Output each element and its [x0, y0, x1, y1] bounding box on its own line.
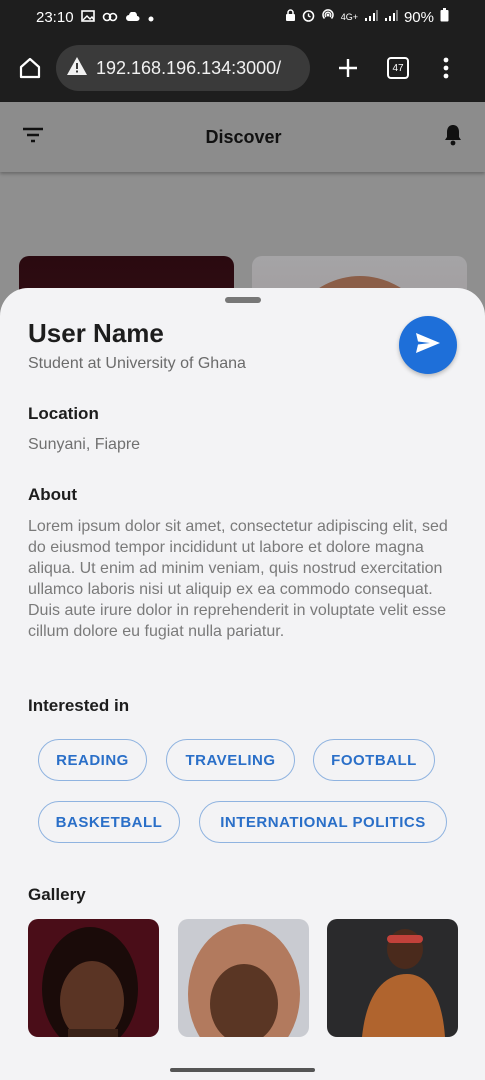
location-heading: Location	[28, 404, 99, 423]
signal-icon	[364, 9, 378, 26]
dot-icon	[148, 9, 154, 26]
interest-chip[interactable]: READING	[38, 739, 147, 781]
page-title: Discover	[205, 126, 282, 147]
tabs-button[interactable]: 47	[384, 54, 412, 82]
filter-icon[interactable]	[22, 127, 44, 148]
url-text: 192.168.196.134:3000/	[96, 57, 282, 78]
location-value: Sunyani, Fiapre	[28, 436, 141, 453]
warning-icon[interactable]	[66, 56, 88, 81]
network-type: 4G+	[340, 12, 358, 22]
profile-name: User Name	[28, 318, 164, 348]
send-icon	[415, 332, 441, 359]
gesture-bar	[0, 1063, 485, 1080]
profile-bottom-sheet: User Name Student at University of Ghana…	[0, 288, 485, 1063]
profile-subtitle: Student at University of Ghana	[28, 355, 246, 372]
interest-chip[interactable]: BASKETBALL	[38, 801, 180, 843]
link-icon	[102, 9, 118, 26]
interest-chip[interactable]: FOOTBALL	[313, 739, 435, 781]
app-header: Discover	[0, 102, 485, 172]
home-icon[interactable]	[16, 54, 44, 82]
lock-icon	[285, 8, 296, 26]
status-bar: 23:10 4G+ 90%	[0, 0, 485, 34]
status-time: 23:10	[36, 8, 74, 26]
battery-icon	[440, 8, 449, 26]
more-menu-icon[interactable]	[432, 54, 460, 82]
drag-handle[interactable]	[225, 297, 261, 303]
about-heading: About	[28, 485, 78, 504]
home-gesture-pill[interactable]	[170, 1068, 315, 1072]
interest-chip[interactable]: INTERNATIONAL POLITICS	[199, 801, 447, 843]
about-text: Lorem ipsum dolor sit amet, consectetur …	[28, 518, 448, 640]
interest-chip[interactable]: TRAVELING	[166, 739, 295, 781]
interests-heading: Interested in	[28, 696, 130, 715]
gallery-photo[interactable]	[28, 919, 159, 1037]
tabs-count: 47	[387, 57, 409, 79]
new-tab-icon[interactable]	[334, 54, 362, 82]
gallery-icon	[80, 9, 95, 26]
browser-toolbar: 192.168.196.134:3000/ 47	[0, 34, 485, 102]
battery-text: 90%	[403, 8, 434, 26]
signal-icon-2	[384, 9, 398, 26]
hotspot-icon	[321, 8, 335, 26]
alarm-icon	[302, 9, 315, 26]
gallery-heading: Gallery	[28, 885, 86, 904]
notification-bell-icon[interactable]	[443, 124, 463, 151]
gallery-photo[interactable]	[178, 919, 309, 1037]
address-bar[interactable]: 192.168.196.134:3000/	[56, 45, 310, 91]
send-message-button[interactable]	[399, 316, 457, 374]
gallery-photo[interactable]	[327, 919, 458, 1037]
cloud-icon	[125, 9, 141, 26]
